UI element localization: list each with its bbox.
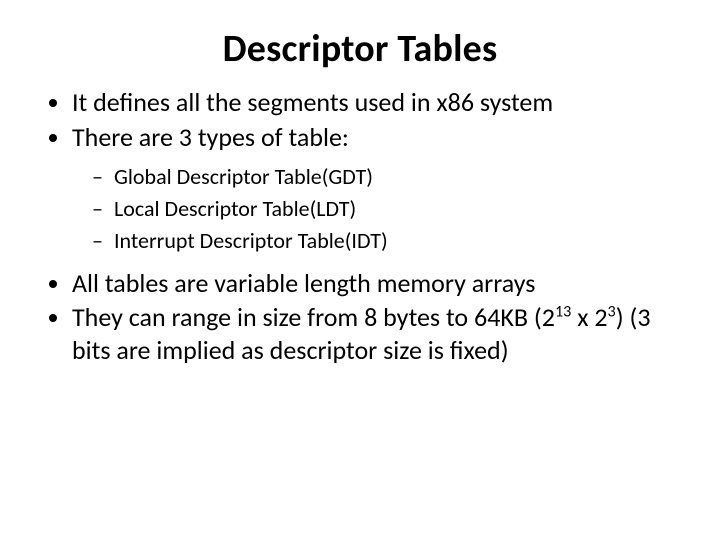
sub-bullet-list: Global Descriptor Table(GDT) Local Descr… bbox=[72, 161, 680, 257]
bullet-text-part: They can range in size from 8 bytes to 6… bbox=[72, 301, 555, 333]
slide: Descriptor Tables It defines all the seg… bbox=[0, 0, 720, 540]
superscript: 3 bbox=[608, 303, 616, 322]
bullet-text: There are 3 types of table: bbox=[72, 121, 349, 153]
slide-title: Descriptor Tables bbox=[40, 26, 680, 72]
bullet-item: All tables are variable length memory ar… bbox=[72, 267, 680, 300]
sub-bullet-item: Global Descriptor Table(GDT) bbox=[114, 161, 680, 193]
bullet-list: It defines all the segments used in x86 … bbox=[40, 86, 680, 366]
sub-bullet-item: Local Descriptor Table(LDT) bbox=[114, 193, 680, 225]
bullet-item: It defines all the segments used in x86 … bbox=[72, 86, 680, 119]
bullet-item: There are 3 types of table: Global Descr… bbox=[72, 121, 680, 257]
bullet-text-part: x 2 bbox=[571, 301, 607, 333]
sub-bullet-item: Interrupt Descriptor Table(IDT) bbox=[114, 225, 680, 257]
superscript: 13 bbox=[555, 303, 571, 322]
bullet-item: They can range in size from 8 bytes to 6… bbox=[72, 301, 680, 366]
